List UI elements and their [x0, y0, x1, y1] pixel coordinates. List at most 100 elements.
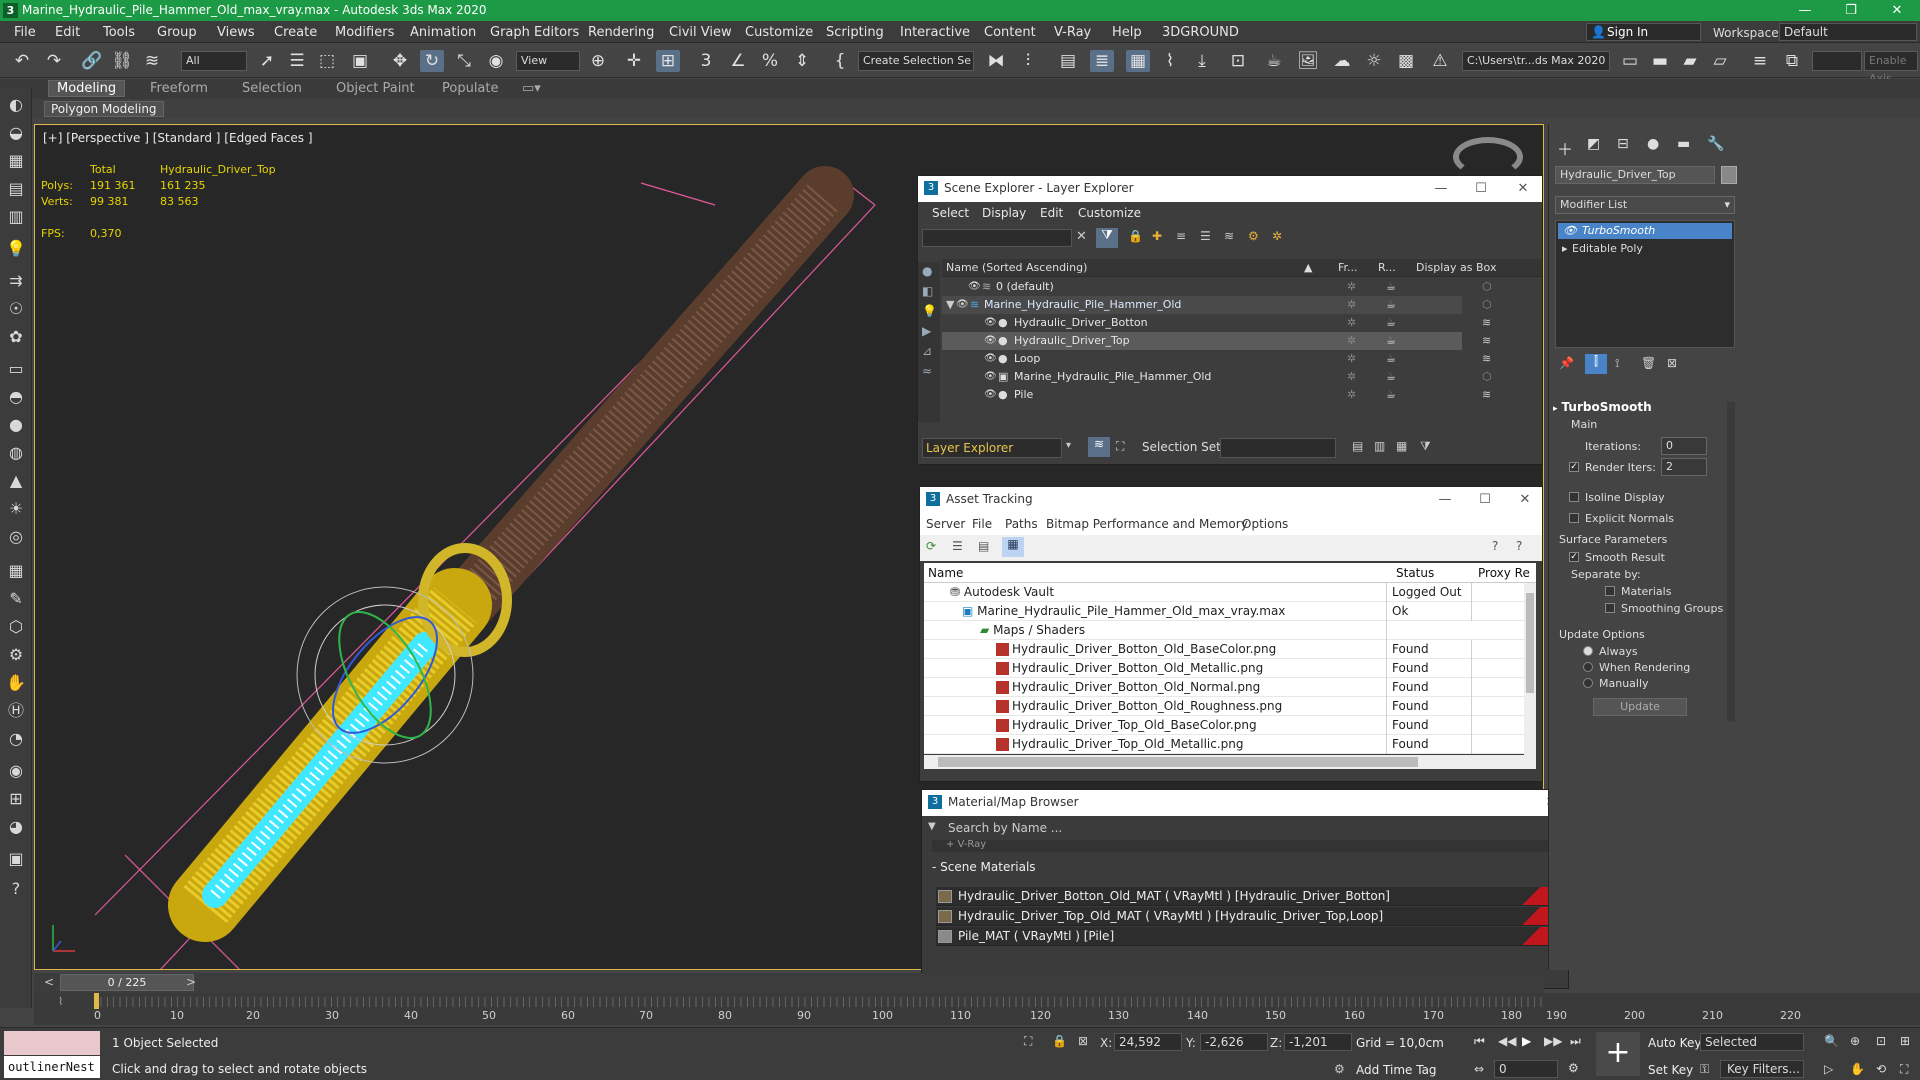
box-icon[interactable]: ▭	[4, 358, 28, 380]
hf-icon[interactable]: Ⓗ	[4, 700, 28, 722]
at-list-icon[interactable]: ☰	[952, 539, 963, 553]
visibility-icon[interactable]: 👁	[984, 314, 997, 332]
display-tab-icon[interactable]: ▬	[1677, 136, 1690, 152]
key-mode-toggle-icon[interactable]: ⇔	[1474, 1062, 1484, 1076]
se-filter-icon[interactable]: ⧩	[1096, 228, 1118, 248]
turbosmooth-rollout-header[interactable]: ▸ TurboSmooth	[1553, 400, 1733, 414]
polygon-modeling-label[interactable]: Polygon Modeling	[44, 101, 164, 117]
se-menu-customize[interactable]: Customize	[1078, 206, 1141, 220]
se-col-render[interactable]: R...	[1378, 261, 1396, 274]
time-slider[interactable]: < 0 / 225 >	[34, 973, 1544, 993]
prev-frame-icon[interactable]: <	[44, 975, 54, 989]
freeze-icon[interactable]: ✲	[1347, 314, 1356, 332]
mb-search-input[interactable]: Search by Name ...	[944, 819, 1562, 837]
visibility-icon[interactable]: 👁	[984, 350, 997, 368]
project-path-select[interactable]: C:\Users\tr...ds Max 2020	[1462, 51, 1610, 71]
manually-radio[interactable]	[1583, 678, 1593, 688]
render-iters-checkbox[interactable]: ✓	[1569, 462, 1579, 472]
grid-side-icon[interactable]: ▦	[4, 560, 28, 582]
hand-icon[interactable]: ✋	[4, 672, 28, 694]
at-scroll-thumb[interactable]	[1526, 593, 1534, 693]
se-minimize-button[interactable]: —	[1426, 178, 1456, 200]
menu-customize[interactable]: Customize	[745, 25, 813, 40]
current-frame-input[interactable]: 0	[1494, 1060, 1558, 1078]
paint-icon[interactable]: ✎	[4, 588, 28, 610]
se-row-driver-top[interactable]: 👁 ● Hydraulic_Driver_Top ✲ ☕ ≋	[942, 332, 1491, 350]
se-row-pile-hammer-layer[interactable]: ▼ 👁 ≋ Marine_Hydraulic_Pile_Hammer_Old ✲…	[942, 296, 1492, 314]
se-row-loop[interactable]: 👁 ● Loop ✲ ☕ ≋	[942, 350, 1491, 368]
sel-set-icon-1[interactable]: ▤	[1352, 439, 1363, 453]
at-row-map-6[interactable]: Hydraulic_Driver_Top_Old_Metallic.png Fou…	[924, 735, 1536, 754]
object-name-input[interactable]: Hydraulic_Driver_Top	[1555, 166, 1715, 184]
stack-expand-icon[interactable]: ▸	[1562, 241, 1568, 257]
menu-3dground[interactable]: 3DGROUND	[1162, 25, 1239, 40]
project-icon-2[interactable]: ▬	[1648, 50, 1672, 72]
se-col-freeze[interactable]: Fr...	[1338, 261, 1358, 274]
configure-modifier-icon[interactable]: ⊠	[1667, 356, 1677, 370]
cone-icon[interactable]: ▲	[4, 470, 28, 492]
at-vertical-scrollbar[interactable]	[1524, 583, 1536, 755]
freeze-icon[interactable]: ✲	[1347, 278, 1356, 296]
scene-explorer-titlebar[interactable]: 3 Scene Explorer - Layer Explorer — ☐ ✕	[918, 176, 1542, 202]
schematic-view-icon[interactable]: ⤓	[1190, 50, 1214, 72]
cube-add-icon[interactable]: ⊞	[4, 788, 28, 810]
se-side-cameras-icon[interactable]: ▶	[922, 324, 931, 338]
redo-icon[interactable]: ↷	[42, 50, 66, 72]
rect-selection-icon[interactable]: ⬚	[315, 50, 339, 72]
undo-icon[interactable]: ↶	[10, 50, 34, 72]
restore-button[interactable]: ❐	[1828, 0, 1874, 21]
always-radio[interactable]	[1583, 646, 1593, 656]
unlink-icon[interactable]: ⛓	[110, 50, 134, 72]
visibility-icon[interactable]: 👁	[956, 296, 969, 314]
pivot-icon[interactable]: ⊕	[586, 50, 610, 72]
smooth-result-checkbox[interactable]: ✓	[1569, 552, 1579, 562]
sort-by-hierarchy-icon[interactable]: ⛶	[1116, 439, 1124, 454]
gear-icon[interactable]: ⚙	[4, 644, 28, 666]
tab-freeform[interactable]: Freeform	[150, 81, 208, 96]
display-icon[interactable]: ▦	[4, 150, 28, 172]
hierarchy-tab-icon[interactable]: ⊟	[1617, 136, 1629, 152]
at-menu-options[interactable]: Options	[1242, 517, 1288, 531]
next-key-icon[interactable]: ▶▶	[1544, 1034, 1562, 1048]
menu-vray[interactable]: V-Ray	[1054, 25, 1091, 40]
add-time-tag-button[interactable]: Add Time Tag	[1356, 1063, 1437, 1077]
at-menu-server[interactable]: Server	[926, 517, 965, 531]
sign-in-dropdown[interactable]: 👤 Sign In	[1586, 23, 1701, 41]
box-display-icon[interactable]: ≋	[1482, 350, 1491, 368]
at-help-icon[interactable]: ?	[1492, 539, 1498, 553]
layers-icon[interactable]: ≡	[1748, 50, 1772, 72]
pan-icon[interactable]: ✋	[1850, 1062, 1865, 1076]
window-crossing-icon[interactable]: ▣	[348, 50, 372, 72]
at-hscroll-thumb[interactable]	[938, 757, 1418, 767]
bind-spacewarp-icon[interactable]: ≋	[140, 50, 164, 72]
se-side-geometry-icon[interactable]: ●	[922, 264, 932, 278]
menu-civil-view[interactable]: Civil View	[669, 25, 732, 40]
freeze-icon[interactable]: ✲	[1347, 350, 1356, 368]
set-key-button[interactable]: Set Key	[1648, 1063, 1693, 1077]
se-search-input[interactable]	[922, 229, 1072, 247]
snap-icon[interactable]: 3	[694, 50, 718, 72]
move-icon[interactable]: ✥	[388, 50, 412, 72]
zoom-all-icon[interactable]: ⊕	[1850, 1034, 1860, 1048]
menu-animation[interactable]: Animation	[410, 25, 476, 40]
sun-icon[interactable]: ☀	[4, 498, 28, 520]
at-col-status[interactable]: Status	[1396, 566, 1434, 580]
key-icon[interactable]: ⚿	[1700, 1062, 1709, 1077]
scale-icon[interactable]: ⤡	[452, 50, 476, 72]
pin-stack-icon[interactable]: 📌	[1559, 356, 1574, 370]
named-selection-set[interactable]: Create Selection Se	[858, 51, 974, 71]
warning-icon[interactable]: ⚠	[1428, 50, 1452, 72]
manipulate-icon[interactable]: ⊞	[656, 50, 680, 72]
plane-icon[interactable]: ◓	[4, 386, 28, 408]
timeline-curve-icon[interactable]: ⌇	[58, 995, 63, 1008]
se-menu-display[interactable]: Display	[982, 206, 1026, 220]
se-maximize-button[interactable]: ☐	[1466, 178, 1496, 200]
maximize-viewport-icon[interactable]: ⛶	[1900, 1062, 1908, 1077]
explorer-mode-chevron-icon[interactable]: ▾	[1066, 440, 1071, 451]
save-icon[interactable]: ▣	[4, 848, 28, 870]
tab-populate[interactable]: Populate	[442, 81, 499, 96]
se-side-warps-icon[interactable]: ≈	[922, 364, 932, 378]
se-clear-search-icon[interactable]: ✕	[1076, 229, 1087, 244]
lock-selection-icon[interactable]: 🔒	[1052, 1034, 1067, 1048]
at-help-2-icon[interactable]: ?	[1516, 539, 1522, 553]
